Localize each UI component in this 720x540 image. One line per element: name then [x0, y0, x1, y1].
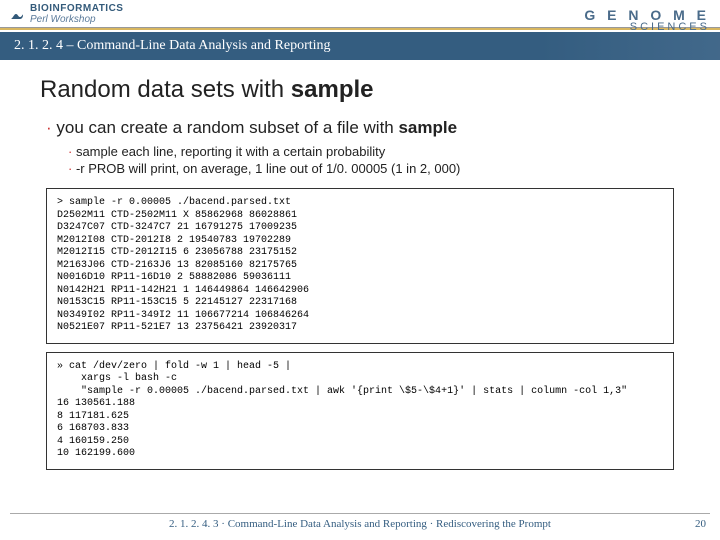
page-number: 20: [695, 518, 706, 530]
logo-line2: Perl Workshop: [30, 14, 123, 25]
camel-icon: [8, 5, 26, 23]
bullet-l2-a: sample each line, reporting it with a ce…: [40, 144, 680, 159]
bullet-l2-b: -r PROB will print, on average, 1 line o…: [40, 161, 680, 176]
content: Random data sets with sample you can cre…: [0, 60, 720, 470]
slide-title: Random data sets with sample: [40, 76, 680, 104]
bullet-l1: you can create a random subset of a file…: [40, 118, 680, 138]
code-block-1: > sample -r 0.00005 ./bacend.parsed.txt …: [46, 188, 674, 344]
brand-line1: G E N O M E: [584, 8, 710, 22]
slide: BIOINFORMATICS Perl Workshop G E N O M E…: [0, 0, 720, 540]
bullet-l1-text: you can create a random subset of a file…: [56, 118, 398, 137]
title-bold: sample: [291, 76, 374, 103]
logo-line1: BIOINFORMATICS: [30, 3, 123, 14]
code-block-2: » cat /dev/zero | fold -w 1 | head -5 | …: [46, 352, 674, 470]
breadcrumb-band: 2. 1. 2. 4 – Command-Line Data Analysis …: [0, 32, 720, 60]
bullet-l1-bold: sample: [398, 118, 457, 137]
footer-text: 2. 1. 2. 4. 3 · Command-Line Data Analys…: [0, 518, 720, 530]
title-plain: Random data sets with: [40, 76, 291, 103]
workshop-logo: BIOINFORMATICS Perl Workshop: [8, 3, 123, 25]
footer-rule: [10, 513, 710, 514]
breadcrumb: 2. 1. 2. 4 – Command-Line Data Analysis …: [14, 38, 331, 53]
